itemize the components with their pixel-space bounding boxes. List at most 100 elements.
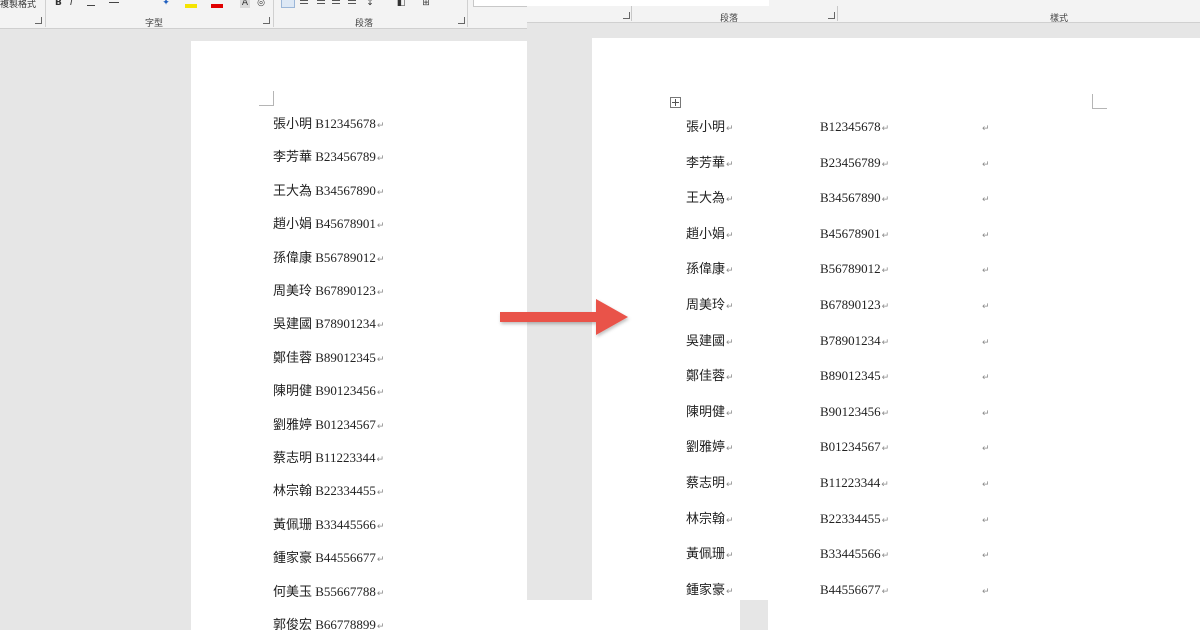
paragraph-mark-icon: ↵ (376, 187, 385, 198)
table-cell-id[interactable]: B90123456↵ (820, 404, 889, 422)
paragraph-text: 林宗翰 B22334455 (273, 483, 376, 499)
table-move-handle-icon[interactable] (670, 97, 681, 108)
cell-end-mark-icon: ↵ (881, 124, 890, 134)
left-screenshot-panel: 複製格式 B I ✦ A ◎ 字型 ↕ ◧ ⊞ 段落 張小明 B12345678… (0, 0, 527, 630)
align-right-icon[interactable] (314, 0, 326, 8)
cell-text: B89012345 (820, 368, 881, 384)
italic-button[interactable]: I (70, 0, 73, 8)
table-cell-id[interactable]: B44556677↵ (820, 582, 889, 600)
table-cell-id[interactable]: B11223344↵ (820, 475, 889, 493)
paragraph-line[interactable]: 陳明健 B90123456↵ (273, 383, 384, 401)
table-cell-id[interactable]: B01234567↵ (820, 439, 889, 457)
row-end-mark-icon: ↵ (982, 230, 990, 241)
strikethrough-icon[interactable] (108, 0, 120, 8)
cell-text: 蔡志明 (686, 475, 726, 490)
borders-icon[interactable]: ⊞ (420, 0, 432, 8)
page-corner-marker (1092, 94, 1107, 109)
table-cell-id[interactable]: B56789012↵ (820, 261, 889, 279)
paragraph-text: 鄭佳蓉 B89012345 (273, 349, 376, 365)
cell-end-mark-icon: ↵ (726, 302, 734, 312)
cell-text: 孫偉康 (686, 261, 726, 277)
clear-format-button[interactable]: A (240, 0, 250, 8)
cell-text: B44556677 (820, 581, 881, 597)
table-cell-name[interactable]: 周美玲↵ (686, 297, 734, 315)
paragraph-line[interactable]: 林宗翰 B22334455↵ (273, 483, 384, 501)
cell-text: B67890123 (820, 297, 881, 312)
table-cell-id[interactable]: B78901234↵ (820, 333, 889, 351)
table-cell-name[interactable]: 蔡志明↵ (686, 475, 734, 493)
align-center-icon[interactable] (298, 0, 310, 8)
row-end-mark-icon: ↵ (982, 302, 990, 312)
paragraph-line[interactable]: 鍾家豪 B44556677↵ (273, 550, 384, 568)
styles-gallery[interactable] (473, 0, 527, 7)
row-end-mark-icon: ↵ (982, 373, 990, 384)
table-cell-name[interactable]: 鄭佳蓉↵ (686, 368, 734, 386)
paragraph-group-launcher-icon[interactable] (458, 17, 465, 24)
paragraph-line[interactable]: 鄭佳蓉 B89012345↵ (273, 350, 384, 368)
paragraph-line[interactable]: 黃佩珊 B33445566↵ (273, 517, 384, 535)
paragraph-line[interactable]: 何美玉 B55667788↵ (273, 584, 384, 602)
row-end-mark-icon: ↵ (982, 124, 990, 134)
table-cell-name[interactable]: 趙小娟↵ (686, 226, 734, 244)
table-cell-id[interactable]: B22334455↵ (820, 511, 889, 529)
format-painter-label[interactable]: 複製格式 (0, 0, 36, 10)
table-cell-name[interactable]: 孫偉康↵ (686, 261, 734, 279)
table-cell-id[interactable]: B34567890↵ (820, 190, 889, 208)
cell-end-mark-icon: ↵ (726, 266, 734, 277)
distributed-icon[interactable] (346, 0, 358, 8)
paragraph-line[interactable]: 李芳華 B23456789↵ (273, 149, 384, 167)
table-cell-id[interactable]: B67890123↵ (820, 297, 889, 315)
paragraph-text: 王大為 B34567890 (273, 182, 376, 198)
align-left-button[interactable] (281, 0, 295, 8)
table-cell-name[interactable]: 黃佩珊↵ (686, 546, 734, 564)
font-group-label: 字型 (145, 19, 164, 29)
font-color-icon[interactable] (211, 0, 223, 8)
cell-text: B90123456 (820, 403, 881, 419)
paragraph-mark-icon: ↵ (376, 254, 385, 265)
table-cell-name[interactable]: 鍾家豪↵ (686, 582, 734, 600)
table-cell-name[interactable]: 李芳華↵ (686, 155, 734, 173)
phonetic-guide-icon[interactable]: ◎ (256, 0, 266, 8)
table-cell-name[interactable]: 王大為↵ (686, 190, 734, 208)
highlight-color-icon[interactable] (185, 0, 197, 8)
paragraph-group-launcher-icon[interactable] (828, 12, 835, 19)
text-effects-icon[interactable]: ✦ (160, 0, 172, 8)
table-cell-name[interactable]: 陳明健↵ (686, 404, 734, 422)
table-cell-id[interactable]: B23456789↵ (820, 155, 889, 173)
paragraph-line[interactable]: 蔡志明 B11223344↵ (273, 450, 384, 468)
table-cell-name[interactable]: 張小明↵ (686, 119, 734, 137)
table-cell-id[interactable]: B45678901↵ (820, 226, 889, 244)
table-cell-id[interactable]: B12345678↵ (820, 119, 889, 137)
document-page-after: 張小明↵ B12345678↵ ↵ 李芳華↵ B23456789↵ ↵ 王大為↵ B34567… (592, 38, 1200, 600)
paragraph-line[interactable]: 劉雅婷 B01234567↵ (273, 417, 384, 435)
paragraph-line[interactable]: 張小明 B12345678↵ (273, 116, 384, 134)
justify-icon[interactable] (330, 0, 342, 8)
table-cell-name[interactable]: 林宗翰↵ (686, 511, 734, 529)
cell-text: 陳明健 (686, 403, 726, 419)
bold-button[interactable]: B (55, 0, 62, 8)
paragraph-line[interactable]: 王大為 B34567890↵ (273, 183, 384, 201)
paragraph-mark-icon: ↵ (376, 388, 385, 399)
paragraph-line[interactable]: 趙小娟 B45678901↵ (273, 216, 384, 234)
paragraph-line[interactable]: 郭俊宏 B66778899↵ (273, 617, 384, 630)
font-group-launcher-icon[interactable] (263, 17, 270, 24)
cell-text: 林宗翰 (686, 510, 726, 526)
cell-end-mark-icon: ↵ (726, 515, 734, 526)
underline-button[interactable] (86, 0, 96, 8)
paragraph-line[interactable]: 吳建國 B78901234↵ (273, 316, 384, 334)
table-cell-id[interactable]: B89012345↵ (820, 368, 889, 386)
table-cell-name[interactable]: 劉雅婷↵ (686, 439, 734, 457)
cell-end-mark-icon: ↵ (726, 373, 734, 384)
paragraph-text: 劉雅婷 B01234567 (273, 416, 376, 432)
line-spacing-icon[interactable]: ↕ (364, 0, 376, 8)
table-cell-id[interactable]: B33445566↵ (820, 546, 889, 564)
paragraph-group-label: 段落 (355, 19, 374, 29)
font-group-launcher-icon[interactable] (623, 12, 630, 19)
clipboard-group-launcher-icon[interactable] (35, 17, 42, 24)
table-cell-name[interactable]: 吳建國↵ (686, 333, 734, 351)
paragraph-mark-icon: ↵ (376, 555, 385, 566)
shading-icon[interactable]: ◧ (395, 0, 407, 8)
paragraph-line[interactable]: 孫偉康 B56789012↵ (273, 250, 384, 268)
paragraph-line[interactable]: 周美玲 B67890123↵ (273, 283, 384, 301)
row-end-mark-icon: ↵ (982, 444, 990, 455)
